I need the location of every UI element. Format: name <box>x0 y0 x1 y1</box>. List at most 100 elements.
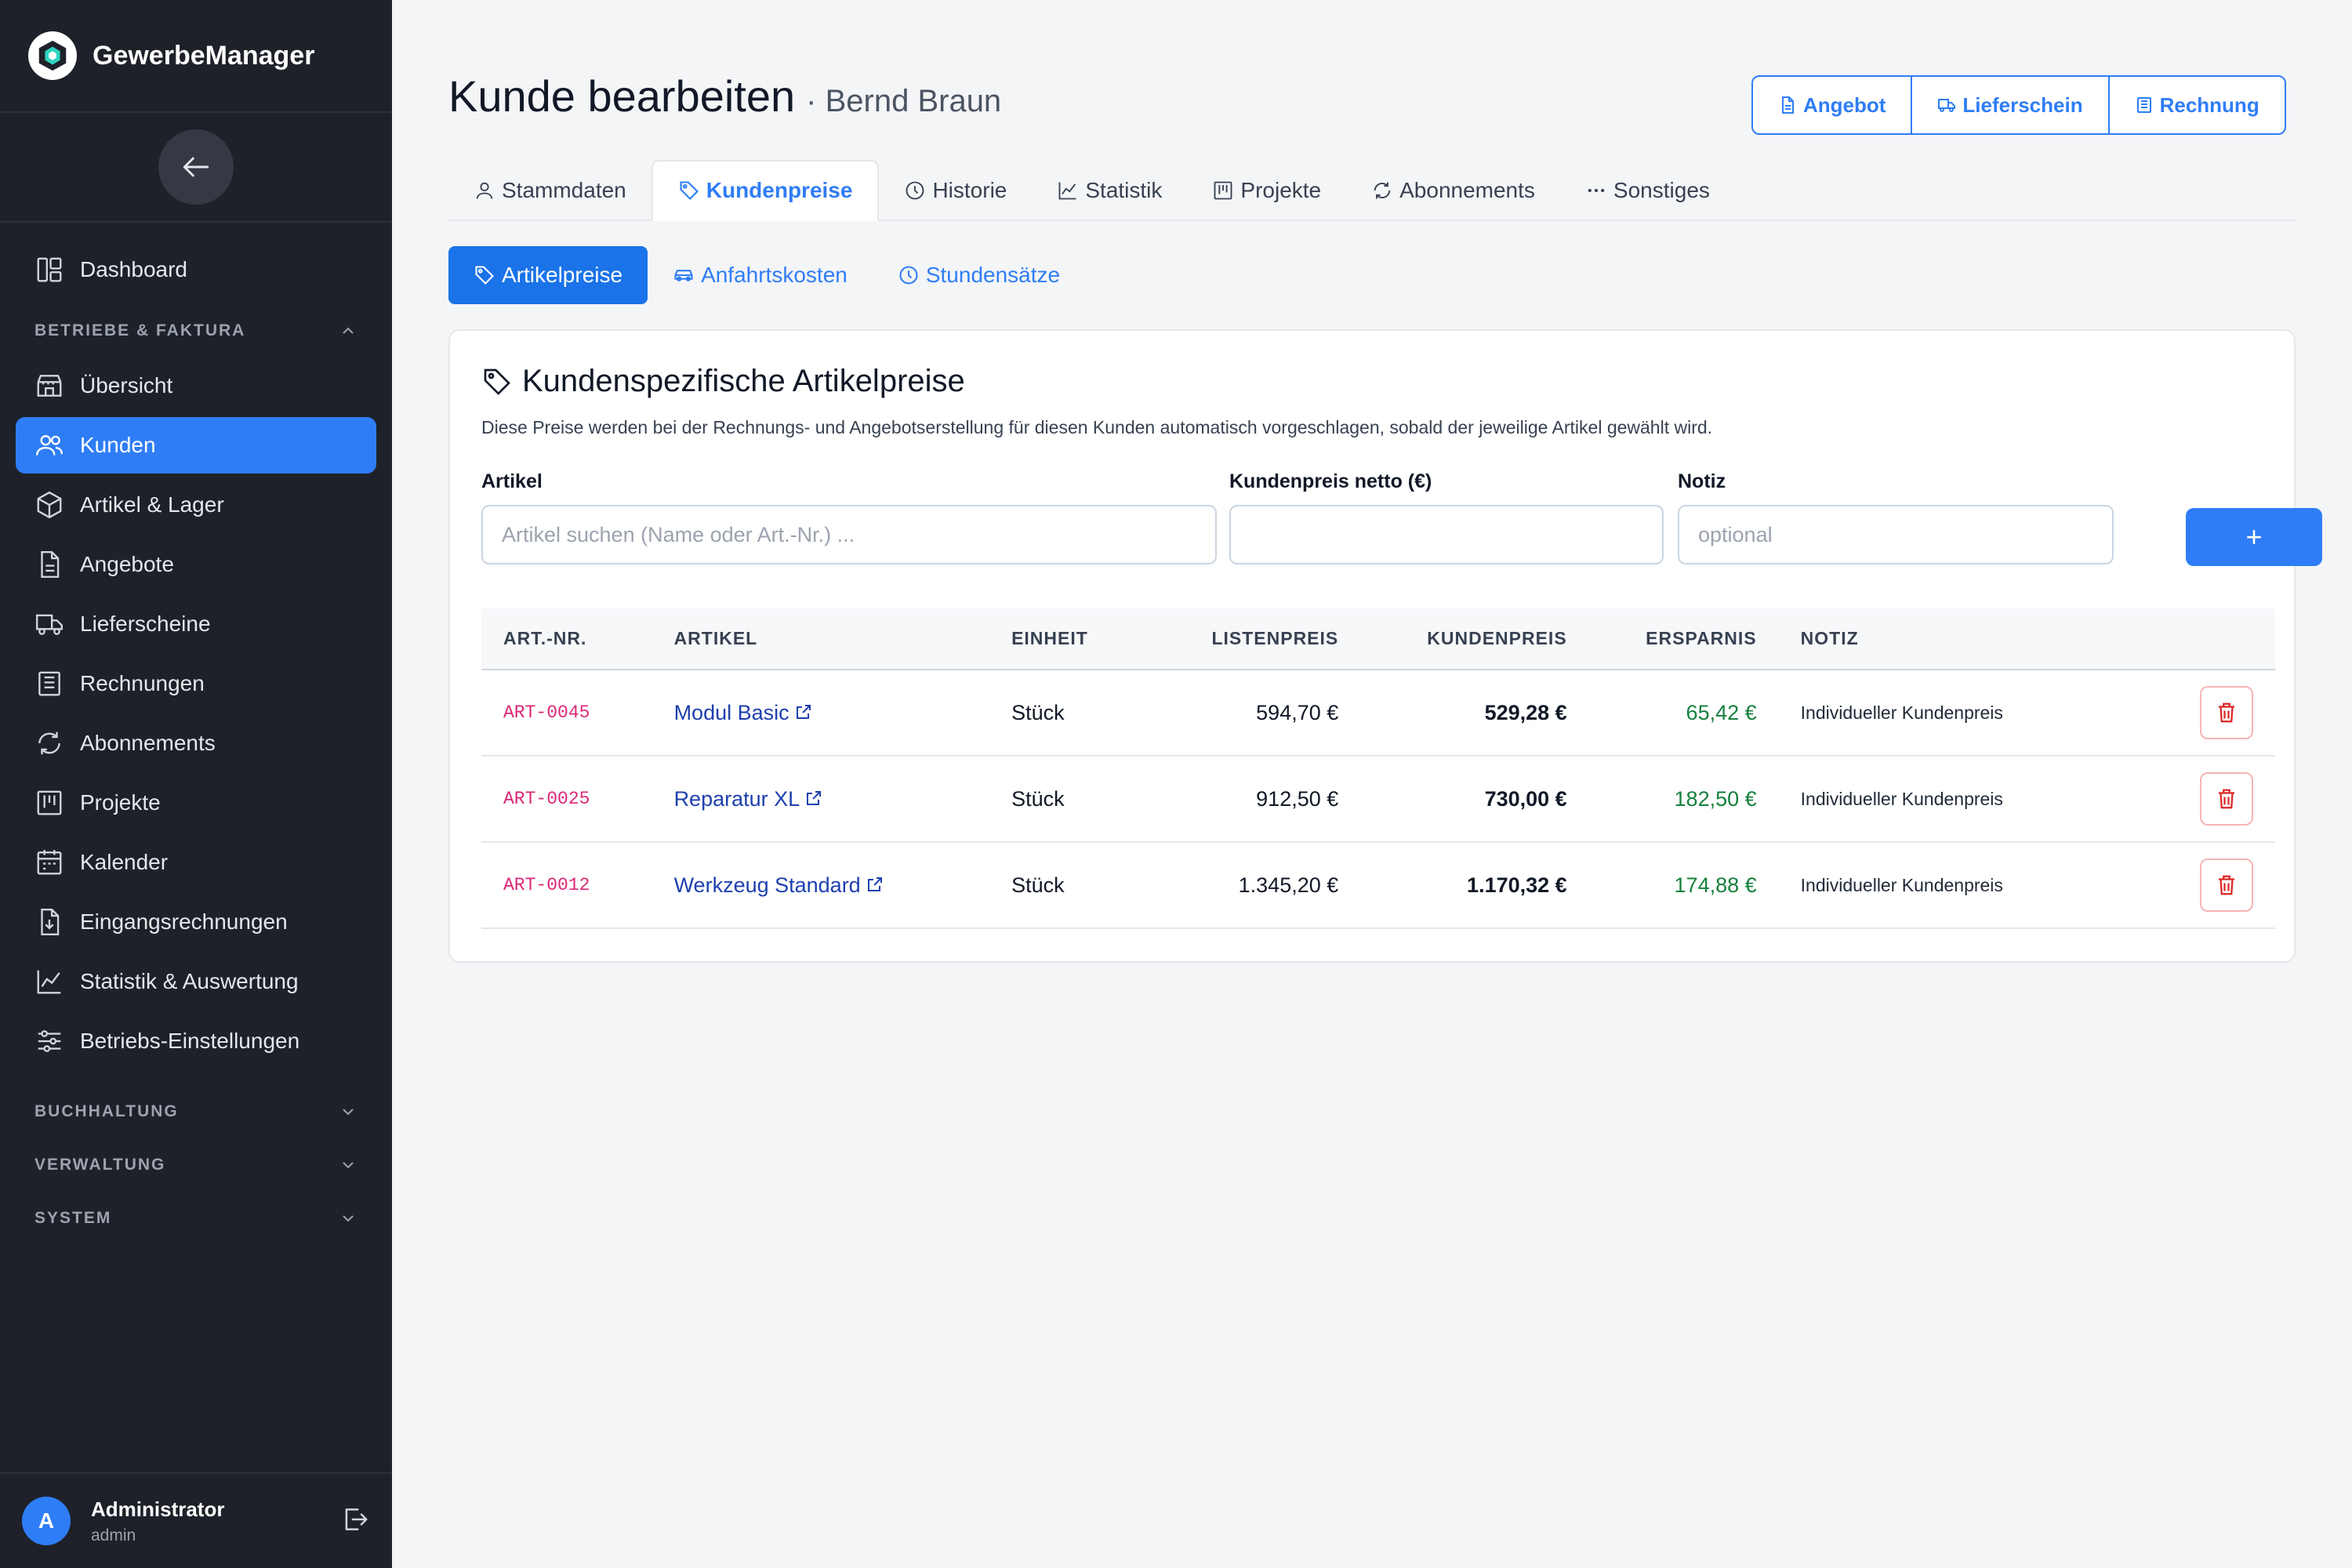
sidebar-item-statistik[interactable]: Statistik & Auswertung <box>16 953 376 1010</box>
cell-listenpreis: 1.345,20 € <box>1238 873 1339 897</box>
cell-einheit: Stück <box>1011 873 1065 897</box>
section-label: BETRIEBE & FAKTURA <box>34 321 246 339</box>
cell-listenpreis: 594,70 € <box>1256 700 1339 724</box>
brand[interactable]: GewerbeManager <box>0 0 392 113</box>
sidebar-item-label: Eingangsrechnungen <box>80 909 288 934</box>
artikel-name: Werkzeug Standard <box>673 873 861 897</box>
sidebar-item-angebote[interactable]: Angebote <box>16 536 376 593</box>
sidebar-section-system[interactable]: SYSTEM <box>16 1195 376 1242</box>
main-content: Kunde bearbeiten · Bernd Braun Angebot L… <box>392 0 2352 1568</box>
artikel-search-input[interactable] <box>481 505 1217 564</box>
cell-artikel-link[interactable]: Reparatur XL <box>652 756 990 842</box>
avatar[interactable]: A <box>22 1497 71 1545</box>
cell-notiz: Individueller Kundenpreis <box>1800 874 2003 895</box>
col-header-artikel[interactable]: ARTIKEL <box>652 608 990 670</box>
cell-einheit: Stück <box>1011 786 1065 811</box>
sidebar-item-lieferscheine[interactable]: Lieferscheine <box>16 596 376 652</box>
back-area <box>0 113 392 223</box>
delete-button[interactable] <box>2200 858 2253 912</box>
table-row: ART-0025 Reparatur XL Stück 912,50 € 730… <box>481 756 2275 842</box>
notiz-input[interactable] <box>1678 505 2114 564</box>
sidebar-item-eingangsrechnungen[interactable]: Eingangsrechnungen <box>16 894 376 950</box>
sidebar-item-label: Abonnements <box>80 731 216 755</box>
tab-projekte[interactable]: Projekte <box>1187 160 1346 221</box>
add-price-button[interactable]: + <box>2186 508 2322 566</box>
cell-artnr: ART-0025 <box>503 789 590 809</box>
store-icon <box>37 375 62 397</box>
delete-button[interactable] <box>2200 772 2253 826</box>
cell-artikel-link[interactable]: Modul Basic <box>652 670 990 756</box>
kundenpreis-label: Kundenpreis netto (€) <box>1229 470 1432 492</box>
rechnung-button[interactable]: Rechnung <box>2110 77 2285 133</box>
tab-sonstiges[interactable]: Sonstiges <box>1560 160 1735 221</box>
sidebar-section-verwaltung[interactable]: VERWALTUNG <box>16 1142 376 1189</box>
user-info: Administrator admin <box>91 1497 340 1545</box>
truck-icon <box>35 614 64 635</box>
document-icon <box>41 550 60 579</box>
tab-abonnements[interactable]: Abonnements <box>1346 160 1560 221</box>
subtab-label: Artikelpreise <box>502 263 623 287</box>
tab-statistik[interactable]: Statistik <box>1032 160 1187 221</box>
col-header-artnr[interactable]: ART.-NR. <box>481 608 652 670</box>
invoice-icon <box>2136 97 2151 113</box>
subtab-anfahrtskosten[interactable]: Anfahrtskosten <box>648 246 873 304</box>
table-header-row: ART.-NR. ARTIKEL EINHEIT LISTENPREIS KUN… <box>481 608 2275 670</box>
cell-ersparnis: 182,50 € <box>1674 786 1757 811</box>
angebot-button-label: Angebot <box>1803 93 1886 117</box>
sidebar-item-label: Kalender <box>80 850 169 874</box>
cell-artikel-link[interactable]: Werkzeug Standard <box>652 842 990 928</box>
sidebar-item-label: Artikel & Lager <box>80 492 224 517</box>
sidebar-section-betriebe[interactable]: BETRIEBE & FAKTURA <box>16 307 376 354</box>
lieferschein-button[interactable]: Lieferschein <box>1912 77 2110 133</box>
subtab-stundensaetze[interactable]: Stundensätze <box>873 246 1085 304</box>
sidebar-section-buchhaltung[interactable]: BUCHHALTUNG <box>16 1088 376 1135</box>
price-table: ART.-NR. ARTIKEL EINHEIT LISTENPREIS KUN… <box>481 608 2275 929</box>
user-panel: A Administrator admin <box>0 1472 392 1568</box>
col-header-ersparnis[interactable]: ERSPARNIS <box>1589 608 1779 670</box>
delete-button[interactable] <box>2200 686 2253 739</box>
clock-icon <box>906 181 924 200</box>
tab-kundenpreise[interactable]: Kundenpreise <box>651 160 880 221</box>
back-button[interactable] <box>158 129 234 205</box>
sidebar-item-artikel[interactable]: Artikel & Lager <box>16 477 376 533</box>
card-title: Kundenspezifische Artikelpreise <box>481 364 965 399</box>
cell-ersparnis: 174,88 € <box>1674 873 1757 897</box>
tab-label: Statistik <box>1085 178 1163 202</box>
cell-kundenpreis: 1.170,32 € <box>1467 873 1567 897</box>
document-button-group: Angebot Lieferschein Rechnung <box>1751 75 2286 135</box>
clock-icon <box>899 266 918 285</box>
subtab-artikelpreise[interactable]: Artikelpreise <box>448 246 648 304</box>
sidebar-item-rechnungen[interactable]: Rechnungen <box>16 655 376 712</box>
tab-historie[interactable]: Historie <box>879 160 1032 221</box>
logout-button[interactable] <box>340 1504 370 1538</box>
tag-icon <box>475 266 494 285</box>
sidebar-item-label: Angebote <box>80 552 174 576</box>
cell-notiz: Individueller Kundenpreis <box>1800 702 2003 723</box>
sidebar-item-projekte[interactable]: Projekte <box>16 775 376 831</box>
sidebar-item-dashboard[interactable]: Dashboard <box>16 241 376 298</box>
col-header-kundenpreis[interactable]: KUNDENPREIS <box>1360 608 1588 670</box>
col-header-listenpreis[interactable]: LISTENPREIS <box>1189 608 1360 670</box>
tag-icon <box>680 181 699 200</box>
col-header-notiz[interactable]: NOTIZ <box>1779 608 2160 670</box>
tab-stammdaten[interactable]: Stammdaten <box>448 160 652 221</box>
sidebar-item-abonnements[interactable]: Abonnements <box>16 715 376 771</box>
kanban-icon <box>1214 181 1232 200</box>
sliders-icon <box>38 1030 61 1052</box>
user-role: admin <box>91 1526 136 1544</box>
sidebar-item-einstellungen[interactable]: Betriebs-Einstellungen <box>16 1013 376 1069</box>
external-link-icon <box>807 790 822 805</box>
user-icon <box>476 182 493 199</box>
external-link-icon <box>796 704 811 719</box>
col-header-einheit[interactable]: EINHEIT <box>989 608 1189 670</box>
chart-icon <box>1058 182 1076 200</box>
chevron-down-icon <box>343 1109 354 1116</box>
angebot-button[interactable]: Angebot <box>1753 77 1913 133</box>
page-header: Kunde bearbeiten · Bernd Braun <box>448 71 1001 122</box>
kundenpreis-input[interactable] <box>1229 505 1664 564</box>
sidebar-item-kunden[interactable]: Kunden <box>16 417 376 474</box>
sidebar-item-uebersicht[interactable]: Übersicht <box>16 358 376 414</box>
trash-icon <box>2219 789 2234 809</box>
sidebar-item-kalender[interactable]: Kalender <box>16 834 376 891</box>
sidebar-item-label: Rechnungen <box>80 671 205 695</box>
